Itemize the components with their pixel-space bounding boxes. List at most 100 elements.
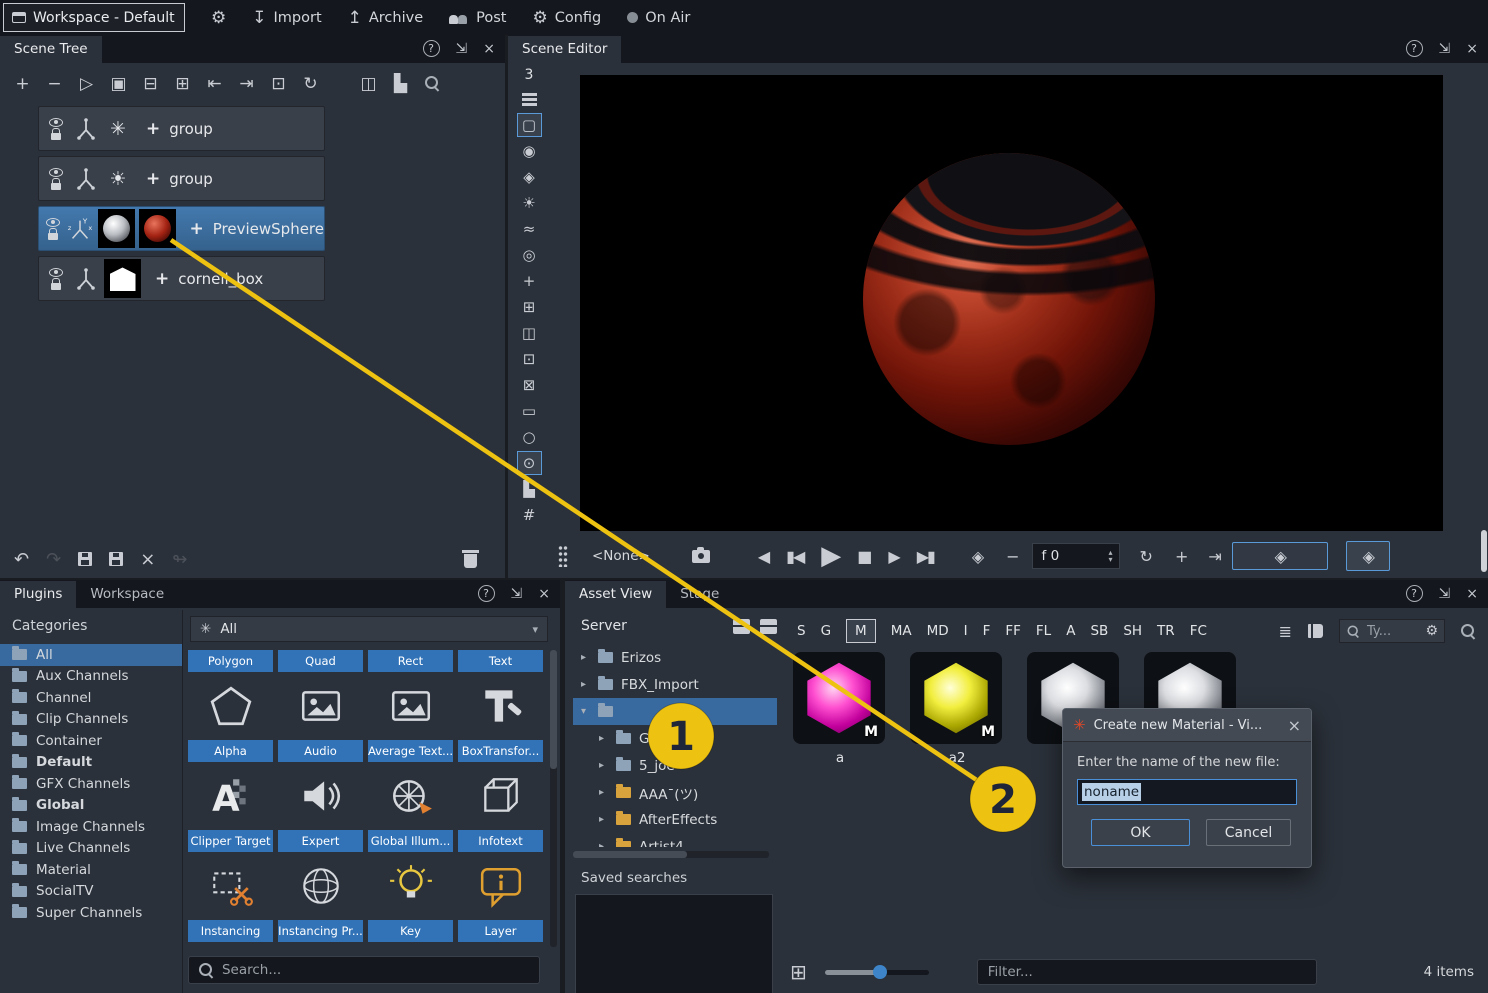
move-out-button[interactable]: ⇤ [202,71,227,96]
view-layers-tool[interactable] [517,87,542,111]
loop-button[interactable]: ↻ [1140,547,1151,566]
tree-row-group-2[interactable]: ☀+group [38,156,325,201]
category-clip-channels[interactable]: Clip Channels [0,709,182,731]
lock-icon[interactable] [48,233,58,240]
asset-tree-item-5-joe[interactable]: ▸5_joe [573,752,777,779]
stop-button[interactable]: ■ [857,547,870,566]
remove-container-button[interactable]: − [42,71,67,96]
bulb-plugin-icon[interactable] [368,946,453,950]
next-frame-button[interactable]: ▶ [888,547,898,566]
levels-tool[interactable]: ≈ [517,217,542,241]
monitor-tool[interactable]: ▢ [517,113,542,137]
filter-letter-fl[interactable]: FL [1036,623,1051,639]
add-keyframe-button[interactable]: + [1175,547,1186,566]
tree-row-cornell-box[interactable]: +cornell_box [38,256,325,301]
tree-expand-icon[interactable]: ▸ [599,733,612,744]
move-tool[interactable]: + [517,269,542,293]
rect-tool[interactable]: ▭ [517,399,542,423]
plugin-expert[interactable]: Expert [278,830,363,852]
picture-plugin-icon[interactable] [368,676,453,736]
category-super-channels[interactable]: Super Channels [0,902,182,924]
asset-item-a[interactable]: Ma [793,652,887,766]
plugin-infotext[interactable]: Infotext [458,830,543,852]
post-menu-item[interactable]: Post [449,10,506,26]
tree-row-group-1[interactable]: ✳+group [38,106,325,151]
server-upload-icon[interactable] [733,619,750,634]
asset-filter-input[interactable] [988,964,1306,980]
asset-tree-item-fbx-import[interactable]: ▸FBX_Import [573,671,777,698]
filter-letter-i[interactable]: I [964,623,968,639]
director-selector[interactable]: <None> [592,548,650,564]
wheel-plugin-icon[interactable] [368,766,453,826]
split-tool[interactable]: ◫ [517,321,542,345]
subtree-button[interactable]: ⊡ [266,71,291,96]
camera-tool[interactable]: ◉ [517,139,542,163]
list-view-icon[interactable]: ≣ [1279,622,1292,641]
filename-input[interactable]: noname [1077,779,1297,805]
filter-letter-tr[interactable]: TR [1157,623,1175,639]
plugin-clipper-target[interactable]: Clipper Target [188,830,273,852]
filter-letter-ff[interactable]: FF [1005,623,1021,639]
category-global[interactable]: Global [0,795,182,817]
add-container-button[interactable]: + [10,71,35,96]
frame-field[interactable]: f 0▴▾ [1032,543,1120,569]
archive-menu-item[interactable]: ↥Archive [348,8,424,28]
search-tree-button[interactable] [420,71,445,96]
remove-keyframe-button[interactable]: − [1006,547,1017,566]
stats-button[interactable]: ▙ [388,71,413,96]
move-in-button[interactable]: ⇥ [234,71,259,96]
plugins-tab-plugins[interactable]: Plugins [0,581,76,608]
split-view-button[interactable]: ◫ [356,71,381,96]
filter-letter-g[interactable]: G [821,623,831,639]
plugin-rect[interactable]: Rect [368,650,453,672]
eye-icon[interactable] [49,168,63,177]
asset-tree-item-2[interactable]: ▾ [573,698,777,725]
frame-spinner[interactable]: ▴▾ [1109,549,1113,563]
play-button[interactable]: ▶ [821,541,839,571]
snapshot-button[interactable] [692,550,710,563]
prev-frame-button[interactable]: ▮◀ [786,547,803,566]
ok-button[interactable]: OK [1091,819,1190,846]
import-tool[interactable]: ⊡ [517,347,542,371]
bulb-plugin-icon[interactable] [368,856,453,916]
scrollbar-thumb[interactable] [1481,530,1487,572]
scene-tree-tab[interactable]: Scene Tree [0,36,102,63]
pentagon-plugin-icon[interactable] [188,676,273,736]
filter-letter-sb[interactable]: SB [1090,623,1108,639]
deep-search-icon[interactable] [1461,624,1476,639]
tree-expand-icon[interactable]: ▸ [599,841,612,847]
eye-icon[interactable] [46,218,60,227]
help-button[interactable]: ? [423,40,440,57]
plugin-search-input[interactable] [222,962,529,978]
onair-menu-item[interactable]: On Air [627,10,690,26]
tree-expand-icon[interactable]: ▸ [599,814,612,825]
plugin-key[interactable]: Key [368,920,453,942]
gear-icon[interactable]: ⚙ [1425,623,1438,639]
plugin-boxtransfor[interactable]: BoxTransfor... [458,740,543,762]
redo-button[interactable]: ↷ [46,549,61,570]
plugin-alpha[interactable]: Alpha [188,740,273,762]
category-default[interactable]: Default [0,752,182,774]
clipper-plugin-icon[interactable] [188,946,273,950]
asset-tree-hscrollbar[interactable] [573,851,769,858]
tree-expand-icon[interactable]: ▸ [581,679,594,690]
tree-row-previewsphere[interactable]: Yzx+PreviewSphere [38,206,325,251]
expand-tree-button[interactable]: ⊞ [170,71,195,96]
cube-plugin-icon[interactable] [458,766,543,826]
lock-icon[interactable] [51,183,61,190]
category-material[interactable]: Material [0,859,182,881]
animation-edit-button[interactable]: ◈ [1346,541,1390,571]
clear-button[interactable]: × [140,549,155,570]
edit-mode-button[interactable]: ▣ [106,71,131,96]
workspace-settings-button[interactable]: ⚙ [211,8,226,28]
saved-searches-list[interactable] [575,894,773,993]
eye-icon[interactable] [49,268,63,277]
plugin-text[interactable]: Text [458,650,543,672]
catalog-icon[interactable] [1308,624,1323,638]
audio-plugin-icon[interactable] [278,766,363,826]
filter-letter-m[interactable]: M [846,619,876,643]
bubble-plugin-icon[interactable] [458,856,543,916]
graph-tool[interactable]: ▙ [517,477,542,501]
asset-filter-box[interactable] [977,959,1317,985]
grid-tool[interactable]: ⊞ [517,295,542,319]
